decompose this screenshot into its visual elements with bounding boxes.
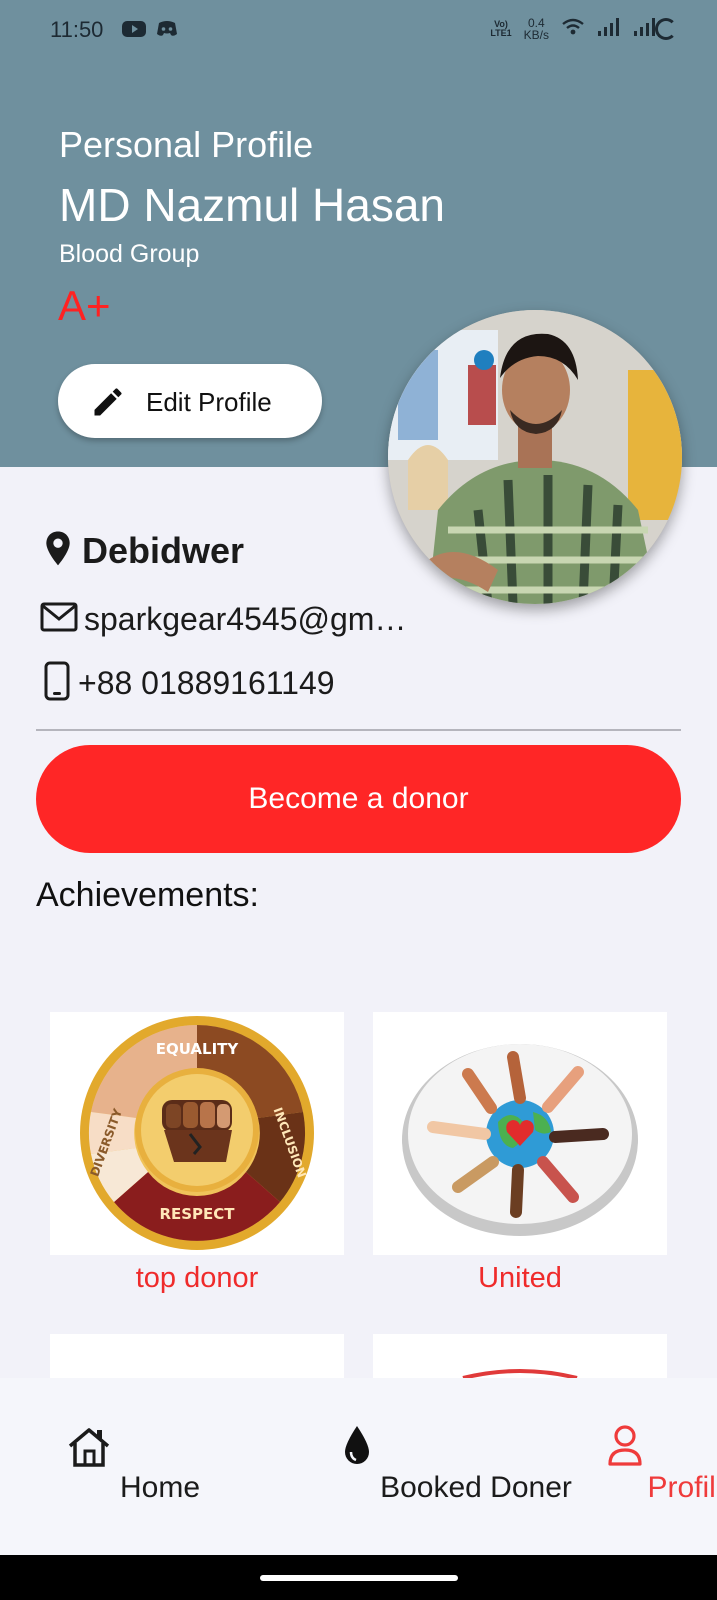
youtube-icon	[122, 20, 146, 43]
blood-drop-icon	[342, 1424, 372, 1471]
location-pin-icon	[44, 530, 72, 573]
diversity-badge-image: EQUALITY INCLUSION RESPECT DIVERSITY	[80, 1016, 314, 1250]
achievement-label: United	[478, 1262, 562, 1294]
bottom-nav: Home Booked Doner Profile	[0, 1378, 717, 1555]
status-time: 11:50	[50, 17, 104, 42]
achievement-card[interactable]	[50, 1334, 344, 1378]
nav-item-profile[interactable]: Profile	[560, 1378, 717, 1555]
net-speed: 0.4 KB/s	[524, 17, 549, 41]
status-bar: 11:50 Vo) LTE1 0.4 KB/s	[0, 0, 717, 60]
nav-label-profile: Profile	[647, 1471, 717, 1504]
phone-row: +88 01889161149	[44, 660, 335, 706]
net-speed-unit: KB/s	[523, 28, 549, 42]
nav-item-booked-doner[interactable]: Booked Doner	[236, 1378, 572, 1555]
become-donor-button[interactable]: Become a donor	[36, 745, 681, 853]
united-hands-badge-image	[402, 1044, 638, 1236]
red-badge-image	[462, 1369, 578, 1378]
wifi-icon	[561, 17, 585, 42]
location-row: Debidwer	[44, 528, 244, 574]
loading-ring-icon	[655, 18, 677, 40]
signal-icon	[597, 17, 621, 42]
blood-group-label: Blood Group	[59, 240, 200, 268]
nav-item-home[interactable]: Home	[20, 1378, 200, 1555]
achievement-card[interactable]: EQUALITY INCLUSION RESPECT DIVERSITY	[50, 1012, 344, 1255]
volte-indicator: Vo) LTE1	[490, 20, 511, 38]
pencil-icon	[90, 384, 126, 425]
blood-group-value: A+	[58, 282, 111, 329]
home-gesture-handle[interactable]	[260, 1575, 458, 1581]
achievement-card[interactable]	[373, 1012, 667, 1255]
avatar[interactable]	[388, 310, 682, 604]
achievements-title: Achievements:	[36, 876, 259, 914]
email-text: sparkgear4545@gm…	[84, 600, 407, 637]
profile-screen: 11:50 Vo) LTE1 0.4 KB/s Personal Profile…	[0, 0, 717, 1600]
location-text: Debidwer	[82, 530, 245, 571]
mail-icon	[40, 602, 78, 637]
volte-bottom: LTE1	[490, 28, 512, 38]
phone-text: +88 01889161149	[78, 664, 335, 701]
edit-profile-button[interactable]: Edit Profile	[58, 364, 322, 438]
divider	[36, 729, 681, 731]
signal-icon	[633, 17, 657, 42]
badge-word: RESPECT	[159, 1205, 235, 1223]
nav-label-home: Home	[119, 1471, 201, 1504]
discord-icon	[156, 20, 178, 43]
achievement-card[interactable]	[373, 1334, 667, 1378]
user-name: MD Nazmul Hasan	[59, 179, 445, 231]
email-row: sparkgear4545@gm…	[40, 596, 406, 642]
badge-word: EQUALITY	[156, 1040, 240, 1058]
achievement-label: top donor	[135, 1262, 259, 1294]
home-icon	[66, 1426, 112, 1473]
phone-icon	[44, 661, 70, 706]
status-right-group: Vo) LTE1 0.4 KB/s	[490, 14, 657, 44]
edit-profile-label: Edit Profile	[146, 387, 272, 417]
person-icon	[606, 1424, 644, 1471]
page-title: Personal Profile	[59, 124, 314, 165]
